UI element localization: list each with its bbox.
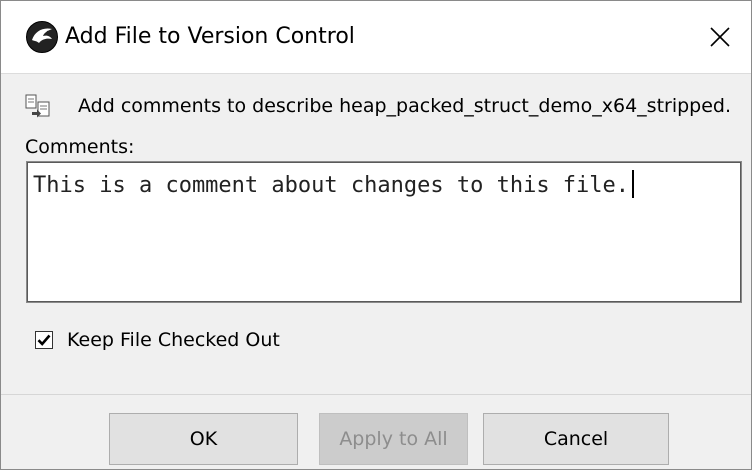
ghidra-dragon-icon — [26, 21, 58, 53]
comments-label: Comments: — [25, 136, 135, 158]
keep-checked-out-checkbox[interactable] — [35, 331, 53, 349]
ok-button[interactable]: OK — [109, 413, 298, 465]
keep-checked-out-option[interactable]: Keep File Checked Out — [35, 326, 280, 354]
cancel-button[interactable]: Cancel — [483, 413, 669, 465]
button-area-divider — [1, 394, 751, 395]
apply-to-all-button[interactable]: Apply to All — [319, 413, 468, 465]
title-divider — [1, 73, 751, 74]
comments-textarea[interactable]: This is a comment about changes to this … — [26, 161, 742, 303]
add-file-dialog: Add File to Version Control Add comments… — [0, 0, 752, 470]
comments-value: This is a comment about changes to this … — [33, 173, 630, 198]
close-icon — [710, 27, 730, 47]
window-title: Add File to Version Control — [65, 24, 355, 49]
text-caret — [632, 170, 635, 198]
comments-text: This is a comment about changes to this … — [33, 170, 635, 201]
add-file-icon — [25, 94, 50, 118]
checkmark-icon — [37, 334, 51, 346]
info-message: Add comments to describe heap_packed_str… — [78, 95, 732, 117]
keep-checked-out-label: Keep File Checked Out — [67, 329, 280, 351]
close-button[interactable] — [689, 1, 751, 73]
title-bar: Add File to Version Control — [1, 1, 751, 73]
